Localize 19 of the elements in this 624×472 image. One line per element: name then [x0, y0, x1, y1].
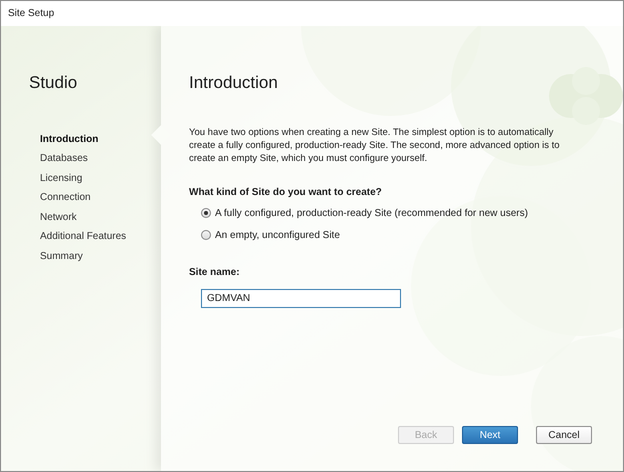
window-title: Site Setup — [8, 7, 54, 21]
description-text: You have two options when creating a new Site. The simplest option is to automatically create a fully configured, production-ready Site. The second, more advanced option is to create an empty Site, which you must configure yourself. — [189, 126, 561, 164]
sidebar-item[interactable]: Network — [40, 210, 161, 224]
page-title: Introduction — [189, 72, 279, 94]
site-name-label: Site name: — [189, 266, 241, 280]
sidebar-title: Studio — [29, 72, 78, 94]
sidebar-item[interactable]: Additional Features — [40, 230, 161, 244]
sidebar-item[interactable]: Connection — [40, 191, 161, 204]
site-name-field[interactable]: GDMVAN — [201, 288, 401, 308]
sidebar-item[interactable]: Licensing — [40, 172, 161, 185]
question-label: What kind of Site do you want to create? — [189, 186, 383, 200]
radio-label[interactable]: An empty, unconfigured Site — [215, 228, 340, 242]
radio-label[interactable]: A fully configured, production-ready Site (recommended for new users) — [215, 206, 528, 220]
sidebar-item[interactable]: Summary — [40, 250, 161, 263]
radio-button[interactable] — [201, 208, 211, 218]
cancel-button[interactable]: Cancel — [536, 426, 592, 444]
next-button[interactable]: Next — [462, 426, 518, 444]
sidebar-item[interactable]: Databases — [40, 152, 161, 166]
radio-button[interactable] — [201, 230, 211, 240]
